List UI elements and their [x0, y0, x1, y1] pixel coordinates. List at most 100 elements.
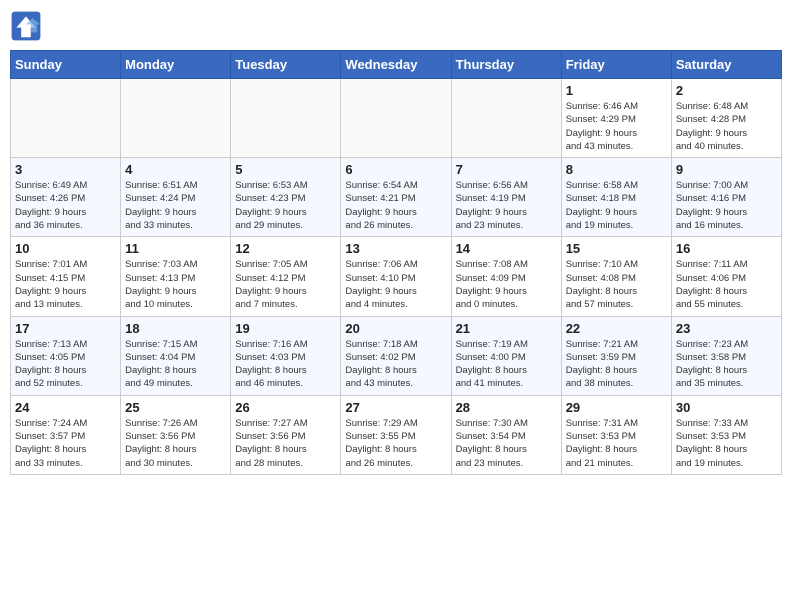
day-number: 21: [456, 321, 557, 336]
weekday-header-tuesday: Tuesday: [231, 51, 341, 79]
day-number: 1: [566, 83, 667, 98]
day-info: Sunrise: 7:31 AM Sunset: 3:53 PM Dayligh…: [566, 417, 667, 470]
page-header: [10, 10, 782, 42]
calendar-cell: 1Sunrise: 6:46 AM Sunset: 4:29 PM Daylig…: [561, 79, 671, 158]
calendar-cell: 28 Sunrise: 7:30 AM Sunset: 3:54 PM Dayli…: [451, 395, 561, 474]
day-number: 3: [15, 162, 116, 177]
weekday-header-sunday: Sunday: [11, 51, 121, 79]
calendar-cell: 18 Sunrise: 7:15 AM Sunset: 4:04 PM Dayli…: [121, 316, 231, 395]
calendar-cell: 22 Sunrise: 7:21 AM Sunset: 3:59 PM Dayli…: [561, 316, 671, 395]
calendar-cell: 16 Sunrise: 7:11 AM Sunset: 4:06 PM Dayli…: [671, 237, 781, 316]
calendar-cell: 11Sunrise: 7:03 AM Sunset: 4:13 PM Dayli…: [121, 237, 231, 316]
calendar-cell: 2 Sunrise: 6:48 AM Sunset: 4:28 PM Daylig…: [671, 79, 781, 158]
day-number: 16: [676, 241, 777, 256]
calendar-week-5: 24 Sunrise: 7:24 AM Sunset: 3:57 PM Dayli…: [11, 395, 782, 474]
day-number: 28: [456, 400, 557, 415]
day-number: 9: [676, 162, 777, 177]
day-number: 8: [566, 162, 667, 177]
calendar-cell: 19Sunrise: 7:16 AM Sunset: 4:03 PM Dayli…: [231, 316, 341, 395]
calendar-cell: 14 Sunrise: 7:08 AM Sunset: 4:09 PM Dayli…: [451, 237, 561, 316]
calendar-cell: 27 Sunrise: 7:29 AM Sunset: 3:55 PM Dayli…: [341, 395, 451, 474]
day-number: 2: [676, 83, 777, 98]
logo-icon: [10, 10, 42, 42]
day-info: Sunrise: 7:05 AM Sunset: 4:12 PM Dayligh…: [235, 258, 336, 311]
calendar-cell: [121, 79, 231, 158]
calendar-cell: 23Sunrise: 7:23 AM Sunset: 3:58 PM Dayli…: [671, 316, 781, 395]
calendar-cell: 15 Sunrise: 7:10 AM Sunset: 4:08 PM Dayli…: [561, 237, 671, 316]
day-number: 24: [15, 400, 116, 415]
day-info: Sunrise: 7:29 AM Sunset: 3:55 PM Dayligh…: [345, 417, 446, 470]
calendar-week-4: 17 Sunrise: 7:13 AM Sunset: 4:05 PM Dayli…: [11, 316, 782, 395]
calendar-cell: 21 Sunrise: 7:19 AM Sunset: 4:00 PM Dayli…: [451, 316, 561, 395]
calendar-cell: [231, 79, 341, 158]
weekday-header-monday: Monday: [121, 51, 231, 79]
calendar-cell: 4 Sunrise: 6:51 AM Sunset: 4:24 PM Daylig…: [121, 158, 231, 237]
day-number: 10: [15, 241, 116, 256]
calendar-cell: 12Sunrise: 7:05 AM Sunset: 4:12 PM Dayli…: [231, 237, 341, 316]
day-number: 5: [235, 162, 336, 177]
calendar-week-1: 1Sunrise: 6:46 AM Sunset: 4:29 PM Daylig…: [11, 79, 782, 158]
day-info: Sunrise: 7:13 AM Sunset: 4:05 PM Dayligh…: [15, 338, 116, 391]
day-number: 19: [235, 321, 336, 336]
day-info: Sunrise: 7:27 AM Sunset: 3:56 PM Dayligh…: [235, 417, 336, 470]
day-number: 17: [15, 321, 116, 336]
day-number: 4: [125, 162, 226, 177]
calendar-cell: 17 Sunrise: 7:13 AM Sunset: 4:05 PM Dayli…: [11, 316, 121, 395]
calendar-cell: 26Sunrise: 7:27 AM Sunset: 3:56 PM Dayli…: [231, 395, 341, 474]
day-info: Sunrise: 6:51 AM Sunset: 4:24 PM Dayligh…: [125, 179, 226, 232]
calendar-cell: 25 Sunrise: 7:26 AM Sunset: 3:56 PM Dayli…: [121, 395, 231, 474]
calendar-cell: 6 Sunrise: 6:54 AM Sunset: 4:21 PM Daylig…: [341, 158, 451, 237]
weekday-header-row: SundayMondayTuesdayWednesdayThursdayFrid…: [11, 51, 782, 79]
calendar-cell: 30 Sunrise: 7:33 AM Sunset: 3:53 PM Dayli…: [671, 395, 781, 474]
day-info: Sunrise: 7:23 AM Sunset: 3:58 PM Dayligh…: [676, 338, 777, 391]
weekday-header-wednesday: Wednesday: [341, 51, 451, 79]
day-info: Sunrise: 7:18 AM Sunset: 4:02 PM Dayligh…: [345, 338, 446, 391]
day-info: Sunrise: 7:11 AM Sunset: 4:06 PM Dayligh…: [676, 258, 777, 311]
calendar-cell: 20 Sunrise: 7:18 AM Sunset: 4:02 PM Dayli…: [341, 316, 451, 395]
day-number: 18: [125, 321, 226, 336]
day-number: 7: [456, 162, 557, 177]
day-info: Sunrise: 7:21 AM Sunset: 3:59 PM Dayligh…: [566, 338, 667, 391]
day-info: Sunrise: 7:26 AM Sunset: 3:56 PM Dayligh…: [125, 417, 226, 470]
calendar-cell: 3Sunrise: 6:49 AM Sunset: 4:26 PM Daylig…: [11, 158, 121, 237]
logo: [10, 10, 46, 42]
day-info: Sunrise: 7:19 AM Sunset: 4:00 PM Dayligh…: [456, 338, 557, 391]
weekday-header-saturday: Saturday: [671, 51, 781, 79]
calendar-cell: [341, 79, 451, 158]
calendar-cell: 13 Sunrise: 7:06 AM Sunset: 4:10 PM Dayli…: [341, 237, 451, 316]
day-number: 20: [345, 321, 446, 336]
day-number: 30: [676, 400, 777, 415]
calendar-cell: [11, 79, 121, 158]
day-info: Sunrise: 7:30 AM Sunset: 3:54 PM Dayligh…: [456, 417, 557, 470]
day-info: Sunrise: 7:03 AM Sunset: 4:13 PM Dayligh…: [125, 258, 226, 311]
day-number: 22: [566, 321, 667, 336]
day-info: Sunrise: 6:54 AM Sunset: 4:21 PM Dayligh…: [345, 179, 446, 232]
day-number: 27: [345, 400, 446, 415]
day-number: 14: [456, 241, 557, 256]
calendar-cell: 9 Sunrise: 7:00 AM Sunset: 4:16 PM Daylig…: [671, 158, 781, 237]
calendar-cell: 29 Sunrise: 7:31 AM Sunset: 3:53 PM Dayli…: [561, 395, 671, 474]
day-info: Sunrise: 7:08 AM Sunset: 4:09 PM Dayligh…: [456, 258, 557, 311]
day-info: Sunrise: 7:33 AM Sunset: 3:53 PM Dayligh…: [676, 417, 777, 470]
day-info: Sunrise: 6:48 AM Sunset: 4:28 PM Dayligh…: [676, 100, 777, 153]
calendar-cell: 5 Sunrise: 6:53 AM Sunset: 4:23 PM Daylig…: [231, 158, 341, 237]
calendar-cell: 8 Sunrise: 6:58 AM Sunset: 4:18 PM Daylig…: [561, 158, 671, 237]
day-number: 29: [566, 400, 667, 415]
day-info: Sunrise: 7:00 AM Sunset: 4:16 PM Dayligh…: [676, 179, 777, 232]
day-info: Sunrise: 7:10 AM Sunset: 4:08 PM Dayligh…: [566, 258, 667, 311]
day-info: Sunrise: 6:56 AM Sunset: 4:19 PM Dayligh…: [456, 179, 557, 232]
day-number: 15: [566, 241, 667, 256]
calendar-cell: 7 Sunrise: 6:56 AM Sunset: 4:19 PM Daylig…: [451, 158, 561, 237]
day-info: Sunrise: 6:53 AM Sunset: 4:23 PM Dayligh…: [235, 179, 336, 232]
day-number: 13: [345, 241, 446, 256]
day-info: Sunrise: 6:58 AM Sunset: 4:18 PM Dayligh…: [566, 179, 667, 232]
day-number: 25: [125, 400, 226, 415]
day-info: Sunrise: 7:24 AM Sunset: 3:57 PM Dayligh…: [15, 417, 116, 470]
day-number: 6: [345, 162, 446, 177]
calendar-cell: 10 Sunrise: 7:01 AM Sunset: 4:15 PM Dayli…: [11, 237, 121, 316]
weekday-header-thursday: Thursday: [451, 51, 561, 79]
day-info: Sunrise: 7:06 AM Sunset: 4:10 PM Dayligh…: [345, 258, 446, 311]
calendar-cell: 24 Sunrise: 7:24 AM Sunset: 3:57 PM Dayli…: [11, 395, 121, 474]
day-info: Sunrise: 7:15 AM Sunset: 4:04 PM Dayligh…: [125, 338, 226, 391]
day-info: Sunrise: 7:01 AM Sunset: 4:15 PM Dayligh…: [15, 258, 116, 311]
